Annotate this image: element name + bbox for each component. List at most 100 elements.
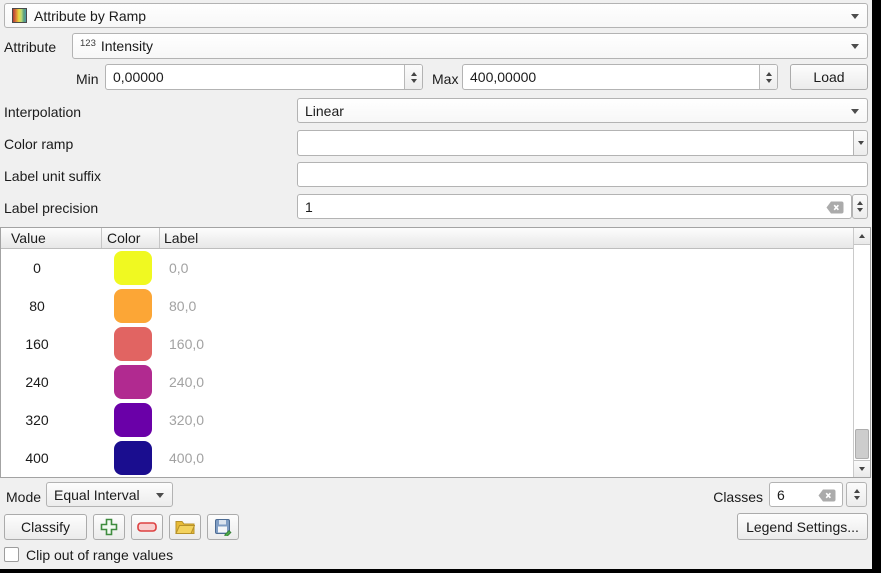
spin-down-icon[interactable] [411,79,417,83]
folder-icon [175,519,195,535]
min-spinbox[interactable] [105,64,423,90]
attribute-label: Attribute [4,39,56,55]
scroll-up-icon [859,234,865,238]
min-input[interactable] [106,65,422,89]
class-label[interactable]: 240,0 [169,363,204,401]
spin-up-icon[interactable] [857,201,863,205]
scrollbar-thumb[interactable] [855,429,869,459]
class-label[interactable]: 400,0 [169,439,204,477]
scroll-down-button[interactable] [854,460,870,477]
class-color-swatch[interactable] [114,251,152,285]
header-value[interactable]: Value [1,228,102,248]
load-classes-button[interactable] [169,514,201,540]
clip-out-of-range-checkbox[interactable] [4,547,19,562]
scroll-down-icon [859,467,865,471]
classes-table: Value Color Label 00,08080,0160160,02402… [0,227,871,478]
spin-down-icon[interactable] [766,79,772,83]
color-ramp-menu-button[interactable] [854,130,868,156]
max-spin-buttons[interactable] [759,65,777,89]
color-ramp-label: Color ramp [4,136,73,152]
class-color-swatch[interactable] [114,403,152,437]
classes-table-header: Value Color Label [1,228,854,249]
color-ramp-button[interactable] [297,130,868,156]
label-precision-input[interactable] [298,195,851,218]
classes-spin-buttons[interactable] [846,482,867,507]
attribute-value: Intensity [101,38,153,54]
scroll-up-button[interactable] [854,228,870,245]
chevron-down-icon [851,109,859,114]
class-value[interactable]: 0 [1,249,73,287]
class-color-swatch[interactable] [114,365,152,399]
numeric-field-icon: 123 [80,38,96,49]
header-label[interactable]: Label [160,228,854,248]
plus-icon [100,518,118,536]
attribute-select[interactable]: 123 Intensity [72,33,868,59]
table-row[interactable]: 400 400,0 [1,439,853,477]
spin-up-icon[interactable] [854,489,860,493]
table-row[interactable]: 160 160,0 [1,325,853,363]
attribute-by-ramp-panel: Attribute by Ramp Attribute 123 Intensit… [0,0,881,573]
mode-select[interactable]: Equal Interval [46,482,173,507]
table-row[interactable]: 240 240,0 [1,363,853,401]
interpolation-select[interactable]: Linear [297,98,868,123]
class-value[interactable]: 240 [1,363,73,401]
min-label: Min [76,71,99,87]
clear-field-icon[interactable] [818,489,836,502]
load-button[interactable]: Load [790,64,868,90]
label-precision-spin-buttons[interactable] [852,194,868,219]
label-precision-field[interactable] [297,194,852,219]
max-input[interactable] [463,65,777,89]
interpolation-label: Interpolation [4,104,81,120]
right-edge-strip [872,0,881,573]
class-value[interactable]: 320 [1,401,73,439]
spin-up-icon[interactable] [766,72,772,76]
label-precision-label: Label precision [4,200,98,216]
class-color-swatch[interactable] [114,327,152,361]
renderer-settings-dialog: Attribute by Ramp Attribute 123 Intensit… [0,0,872,569]
color-ramp-renderer-icon [12,8,27,23]
legend-settings-button[interactable]: Legend Settings... [737,513,868,540]
class-color-swatch[interactable] [114,289,152,323]
chevron-down-icon [156,493,164,498]
class-color-swatch[interactable] [114,441,152,475]
interpolation-value: Linear [305,103,344,119]
class-value[interactable]: 400 [1,439,73,477]
class-label[interactable]: 160,0 [169,325,204,363]
label-unit-suffix-label: Label unit suffix [4,168,101,184]
chevron-down-icon [851,14,859,19]
spin-down-icon[interactable] [854,496,860,500]
class-value[interactable]: 80 [1,287,73,325]
remove-class-button[interactable] [131,514,163,540]
table-row[interactable]: 00,0 [1,249,853,287]
mode-label: Mode [6,489,41,505]
header-color[interactable]: Color [102,228,160,248]
color-ramp-preview[interactable] [297,130,854,156]
save-icon [214,518,232,536]
clip-out-of-range-label: Clip out of range values [26,547,173,563]
class-label[interactable]: 80,0 [169,287,196,325]
renderer-type-select[interactable]: Attribute by Ramp [4,3,868,28]
table-row[interactable]: 80 80,0 [1,287,853,325]
table-row[interactable]: 320 320,0 [1,401,853,439]
min-spin-buttons[interactable] [404,65,422,89]
minus-icon [137,521,157,533]
class-label[interactable]: 0,0 [169,249,188,287]
label-unit-suffix-field[interactable] [297,162,868,187]
table-vertical-scrollbar[interactable] [853,228,870,477]
clear-field-icon[interactable] [826,201,844,214]
classes-label: Classes [660,489,763,505]
chevron-down-icon [851,44,859,49]
max-label: Max [432,71,458,87]
bottom-edge-strip [0,569,881,573]
label-unit-suffix-input[interactable] [298,163,867,186]
max-spinbox[interactable] [462,64,778,90]
add-class-button[interactable] [93,514,125,540]
spin-up-icon[interactable] [411,72,417,76]
classify-button[interactable]: Classify [4,514,87,540]
class-value[interactable]: 160 [1,325,73,363]
chevron-down-icon [858,141,864,145]
class-label[interactable]: 320,0 [169,401,204,439]
classes-field[interactable] [769,482,843,507]
save-classes-button[interactable] [207,514,239,540]
spin-down-icon[interactable] [857,208,863,212]
